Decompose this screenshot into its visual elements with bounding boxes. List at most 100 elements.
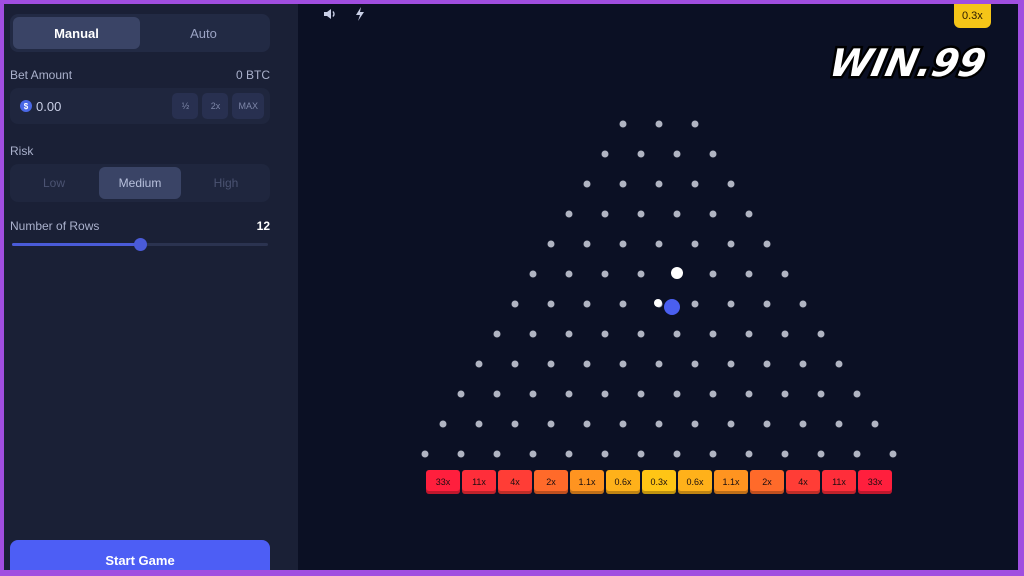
- peg: [637, 150, 645, 158]
- peg: [745, 390, 753, 398]
- peg: [763, 420, 771, 428]
- peg: [727, 180, 735, 188]
- lightning-icon[interactable]: [352, 6, 368, 22]
- peg: [727, 240, 735, 248]
- svg-text:WIN.99: WIN.99: [830, 41, 990, 86]
- peg: [781, 270, 789, 278]
- peg: [673, 450, 681, 458]
- peg: [835, 360, 843, 368]
- peg: [673, 330, 681, 338]
- peg: [655, 120, 663, 128]
- peg: [637, 450, 645, 458]
- speaker-icon[interactable]: [322, 6, 338, 22]
- peg: [565, 390, 573, 398]
- peg: [619, 420, 627, 428]
- peg: [655, 360, 663, 368]
- peg: [763, 240, 771, 248]
- peg: [691, 180, 699, 188]
- peg: [619, 180, 627, 188]
- peg: [637, 270, 645, 278]
- top-icons: [322, 6, 368, 22]
- peg: [745, 330, 753, 338]
- peg: [889, 450, 897, 458]
- peg: [835, 420, 843, 428]
- peg: [763, 300, 771, 308]
- peg: [745, 270, 753, 278]
- peg: [601, 210, 609, 218]
- game-frame: Manual Auto Bet Amount 0 BTC $ ½ 2x MAX …: [4, 4, 1018, 570]
- peg: [817, 450, 825, 458]
- peg: [601, 270, 609, 278]
- peg: [493, 450, 501, 458]
- last-result-badge: 0.3x: [954, 4, 991, 28]
- peg: [601, 450, 609, 458]
- ball-white: [671, 267, 683, 279]
- peg: [655, 420, 663, 428]
- peg: [529, 330, 537, 338]
- peg: [619, 300, 627, 308]
- peg: [457, 390, 465, 398]
- peg: [529, 390, 537, 398]
- peg: [421, 450, 429, 458]
- peg: [727, 420, 735, 428]
- ball-blue: [664, 299, 680, 315]
- peg: [547, 240, 555, 248]
- multiplier-slot: 33x: [426, 470, 460, 494]
- peg: [691, 120, 699, 128]
- peg: [619, 360, 627, 368]
- multiplier-slot: 4x: [498, 470, 532, 494]
- peg: [547, 360, 555, 368]
- peg: [637, 210, 645, 218]
- peg: [817, 330, 825, 338]
- peg: [709, 390, 717, 398]
- multiplier-slot: 0.6x: [606, 470, 640, 494]
- peg: [493, 330, 501, 338]
- multiplier-slot: 1.1x: [570, 470, 604, 494]
- peg: [673, 210, 681, 218]
- peg: [763, 360, 771, 368]
- peg: [601, 150, 609, 158]
- multiplier-slot: 0.6x: [678, 470, 712, 494]
- peg: [547, 300, 555, 308]
- peg: [637, 330, 645, 338]
- peg: [853, 390, 861, 398]
- peg: [529, 270, 537, 278]
- peg: [493, 390, 501, 398]
- peg: [709, 270, 717, 278]
- peg: [871, 420, 879, 428]
- multiplier-slot: 0.3x: [642, 470, 676, 494]
- peg: [799, 420, 807, 428]
- peg: [691, 240, 699, 248]
- peg: [565, 450, 573, 458]
- peg: [619, 240, 627, 248]
- peg: [709, 450, 717, 458]
- multiplier-slot: 2x: [750, 470, 784, 494]
- peg: [817, 390, 825, 398]
- peg: [745, 450, 753, 458]
- peg: [709, 210, 717, 218]
- peg: [439, 420, 447, 428]
- peg: [583, 300, 591, 308]
- ball-white-small: [654, 299, 662, 307]
- peg: [511, 300, 519, 308]
- multiplier-slot: 11x: [462, 470, 496, 494]
- peg: [511, 360, 519, 368]
- peg: [511, 420, 519, 428]
- peg: [781, 330, 789, 338]
- peg: [475, 420, 483, 428]
- peg: [727, 360, 735, 368]
- peg: [691, 360, 699, 368]
- peg: [547, 420, 555, 428]
- peg: [673, 390, 681, 398]
- peg: [583, 240, 591, 248]
- peg: [691, 300, 699, 308]
- peg: [799, 300, 807, 308]
- peg: [853, 450, 861, 458]
- multiplier-slot: 1.1x: [714, 470, 748, 494]
- peg: [781, 450, 789, 458]
- multiplier-slot: 33x: [858, 470, 892, 494]
- peg: [565, 270, 573, 278]
- peg: [799, 360, 807, 368]
- peg: [655, 240, 663, 248]
- peg: [745, 210, 753, 218]
